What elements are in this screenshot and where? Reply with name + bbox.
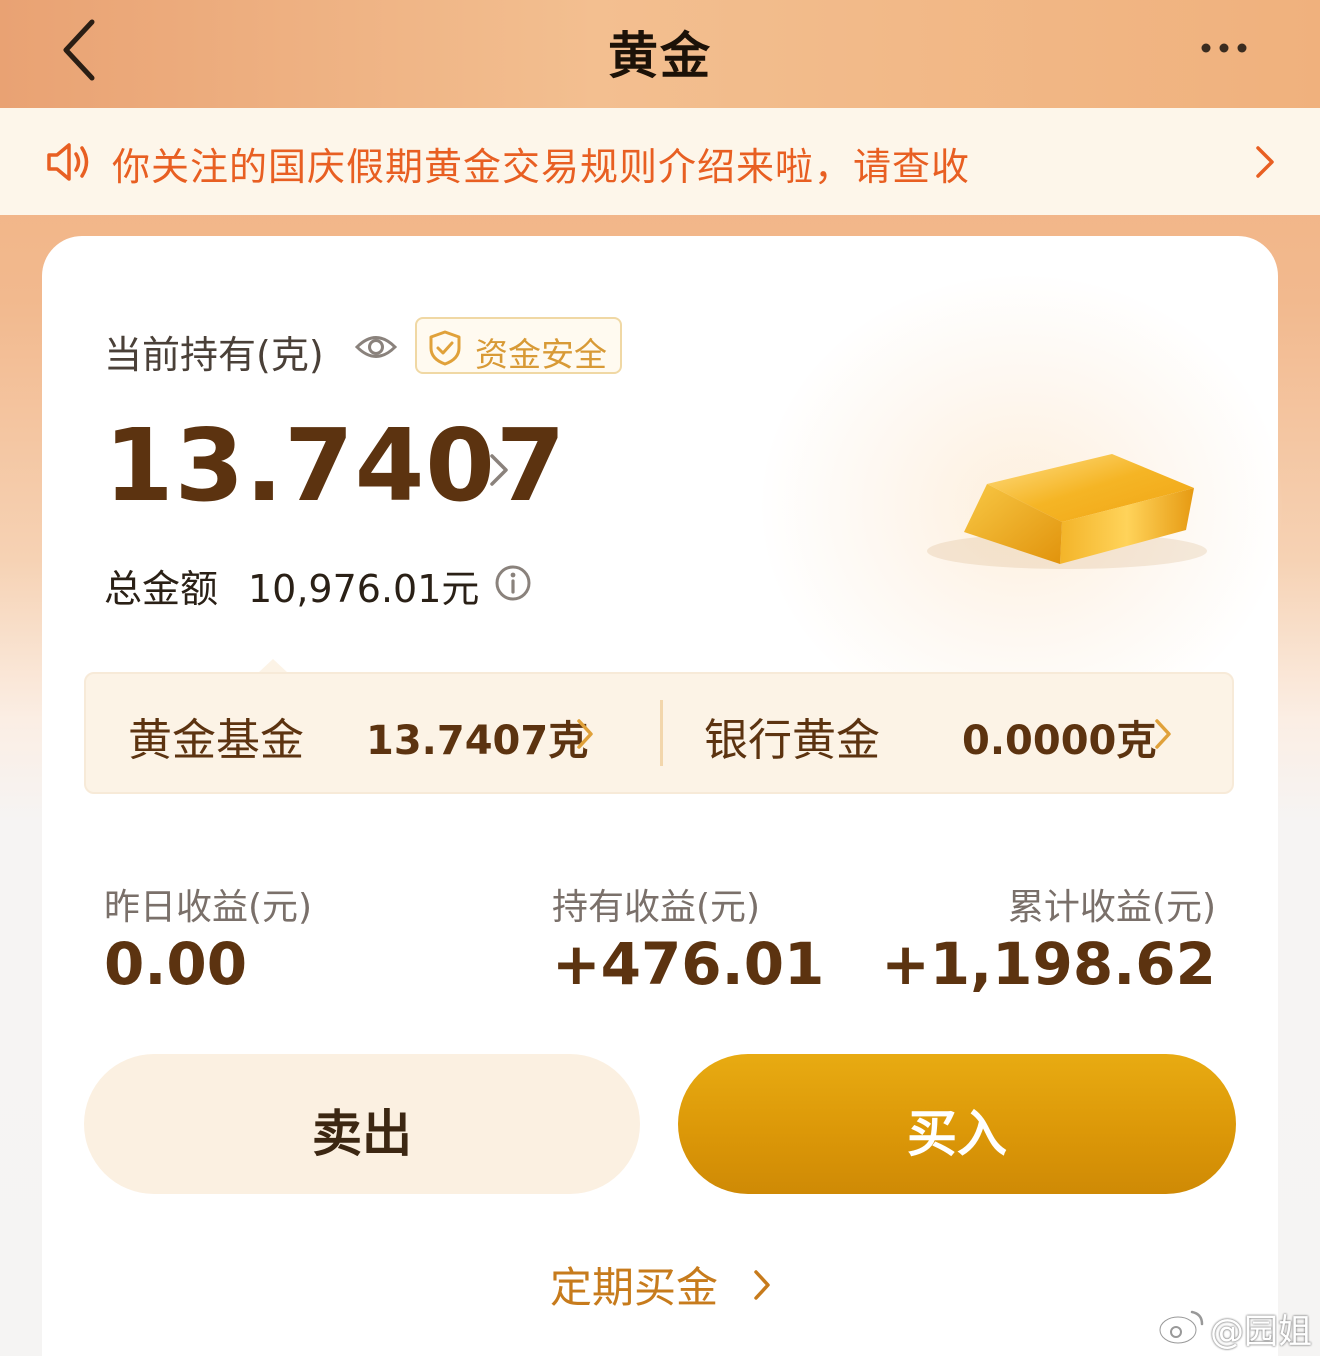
sell-button-label: 卖出 — [312, 1105, 412, 1163]
panel-pointer — [258, 659, 288, 673]
product-bank-gold[interactable]: 银行黄金 0.0000克 — [664, 674, 1234, 792]
notice-text: 你关注的国庆假期黄金交易规则介绍来啦，请查收 — [112, 145, 971, 189]
speaker-icon — [47, 143, 89, 181]
header: 黄金 — [0, 0, 1320, 108]
stat-label-yesterday: 昨日收益(元) — [104, 887, 313, 928]
total-amount-value: 10,976.01元 — [248, 567, 480, 611]
notice-banner[interactable]: 你关注的国庆假期黄金交易规则介绍来啦，请查收 — [0, 108, 1320, 215]
fund-safety-text: 资金安全 — [475, 335, 607, 374]
info-icon[interactable] — [494, 564, 532, 602]
sell-button[interactable]: 卖出 — [84, 1054, 640, 1194]
weibo-logo-icon — [1158, 1310, 1204, 1345]
stat-value-yesterday: 0.00 — [104, 930, 248, 998]
more-button[interactable] — [1196, 30, 1252, 66]
stat-label-holding: 持有收益(元) — [552, 887, 761, 928]
buy-button[interactable]: 买入 — [678, 1054, 1236, 1194]
chevron-right-icon[interactable] — [484, 448, 514, 492]
chevron-right-icon — [577, 719, 593, 749]
shield-check-icon — [429, 330, 461, 366]
holding-card: 当前持有(克) 资金安全 13.7407 总金额 10,976.01元 黄金基金… — [42, 236, 1282, 1356]
divider — [660, 700, 663, 766]
eye-icon[interactable] — [354, 330, 398, 364]
watermark: @园姐 — [1158, 1304, 1318, 1352]
product-name: 银行黄金 — [704, 715, 880, 766]
chevron-right-icon — [1256, 146, 1274, 178]
page-title: 黄金 — [608, 27, 712, 85]
regular-buy-label: 定期买金 — [550, 1263, 719, 1312]
stat-value-holding: +476.01 — [552, 930, 825, 998]
product-name: 黄金基金 — [128, 715, 304, 766]
product-value: 13.7407克 — [366, 718, 589, 764]
stat-label-cumulative: 累计收益(元) — [1007, 887, 1216, 928]
more-icon — [1201, 43, 1247, 53]
buy-button-label: 买入 — [907, 1105, 1007, 1163]
holding-label: 当前持有(克) — [104, 333, 324, 377]
product-gold-fund[interactable]: 黄金基金 13.7407克 — [86, 674, 660, 792]
total-amount-label: 总金额 — [104, 567, 219, 611]
gold-bar-image — [927, 454, 1207, 569]
watermark-text: @园姐 — [1210, 1312, 1312, 1352]
stat-value-cumulative: +1,198.62 — [881, 930, 1216, 998]
fund-safety-badge[interactable]: 资金安全 — [415, 317, 622, 374]
chevron-right-icon — [754, 1270, 770, 1300]
product-breakdown-panel: 黄金基金 13.7407克 银行黄金 0.0000克 — [84, 672, 1234, 794]
product-value: 0.0000克 — [962, 718, 1157, 764]
chevron-right-icon — [1155, 719, 1171, 749]
